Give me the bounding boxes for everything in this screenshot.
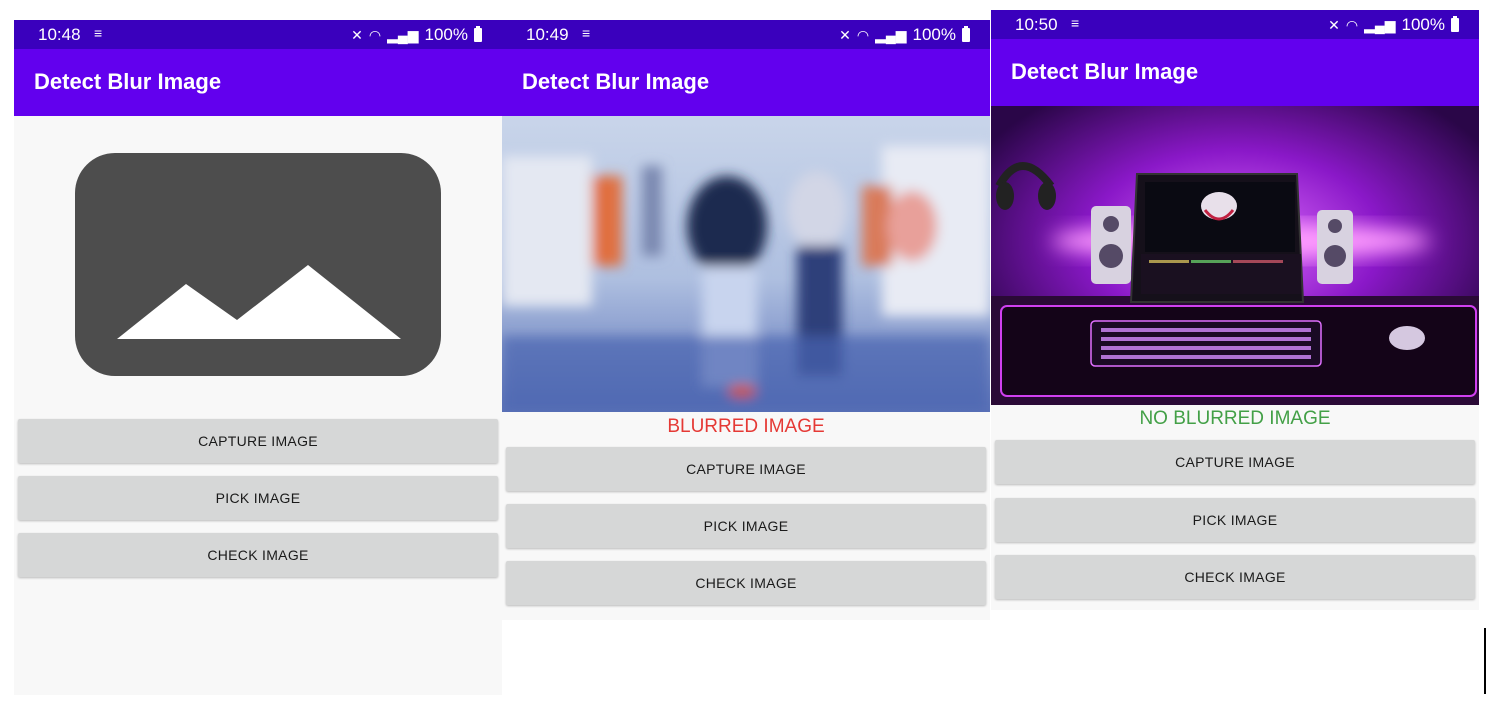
divider-line (1484, 628, 1486, 694)
signal-icon: ▂▄▆ (1364, 16, 1396, 33)
app-title: Detect Blur Image (522, 69, 710, 94)
status-time: 10:48 (38, 25, 81, 44)
capture-image-button[interactable]: CAPTURE IMAGE (995, 440, 1475, 484)
app-title: Detect Blur Image (1011, 59, 1199, 84)
check-image-button[interactable]: CHECK IMAGE (506, 561, 986, 605)
check-image-button[interactable]: CHECK IMAGE (995, 555, 1475, 599)
pick-image-button[interactable]: PICK IMAGE (18, 476, 498, 520)
battery-percent: 100% (424, 25, 468, 44)
app-title: Detect Blur Image (34, 69, 222, 94)
blurred-street-photo[interactable] (502, 116, 990, 412)
notification-icon: ≡ (1071, 15, 1080, 31)
app-bar: Detect Blur Image (14, 49, 502, 116)
status-bar: 10:50 ≡ ✕ ◠ ▂▄▆ 100% (991, 10, 1479, 39)
pick-image-button[interactable]: PICK IMAGE (506, 504, 986, 548)
wifi-icon: ◠ (1345, 16, 1359, 33)
capture-image-button[interactable]: CAPTURE IMAGE (506, 447, 986, 491)
battery-icon (962, 26, 970, 42)
capture-image-button[interactable]: CAPTURE IMAGE (18, 419, 498, 463)
pick-image-button[interactable]: PICK IMAGE (995, 498, 1475, 542)
notification-icon: ≡ (94, 25, 103, 41)
status-icons: ✕ ◠ ▂▄▆ 100% (839, 25, 970, 45)
battery-percent: 100% (1401, 15, 1445, 34)
screen-2: 10:49 ≡ ✕ ◠ ▂▄▆ 100% Detect Blur Image B… (502, 20, 990, 620)
screen-1: 10:48 ≡ ✕ ◠ ▂▄▆ 100% Detect Blur Image C… (14, 20, 502, 695)
status-icons: ✕ ◠ ▂▄▆ 100% (1328, 15, 1459, 35)
content: NO BLURRED IMAGE CAPTURE IMAGE PICK IMAG… (991, 106, 1479, 610)
mute-icon: ✕ (351, 26, 363, 43)
gaming-desk-photo[interactable] (991, 106, 1479, 405)
result-label: BLURRED IMAGE (667, 416, 825, 437)
status-icons: ✕ ◠ ▂▄▆ 100% (351, 25, 482, 45)
mute-icon: ✕ (1328, 16, 1340, 33)
content: CAPTURE IMAGE PICK IMAGE CHECK IMAGE (14, 116, 502, 695)
battery-icon (474, 26, 482, 42)
signal-icon: ▂▄▆ (387, 26, 419, 43)
image-placeholder-icon[interactable] (75, 153, 441, 376)
app-bar: Detect Blur Image (502, 49, 990, 116)
status-time: 10:49 (526, 25, 569, 44)
result-label: NO BLURRED IMAGE (1139, 408, 1331, 429)
status-time: 10:50 (1015, 15, 1058, 34)
battery-icon (1451, 16, 1459, 32)
notification-icon: ≡ (582, 25, 591, 41)
screen-3: 10:50 ≡ ✕ ◠ ▂▄▆ 100% Detect Blur Image N… (991, 10, 1479, 610)
app-bar: Detect Blur Image (991, 39, 1479, 106)
status-bar: 10:49 ≡ ✕ ◠ ▂▄▆ 100% (502, 20, 990, 49)
mute-icon: ✕ (839, 26, 851, 43)
status-bar: 10:48 ≡ ✕ ◠ ▂▄▆ 100% (14, 20, 502, 49)
check-image-button[interactable]: CHECK IMAGE (18, 533, 498, 577)
content: BLURRED IMAGE CAPTURE IMAGE PICK IMAGE C… (502, 116, 990, 620)
wifi-icon: ◠ (368, 26, 382, 43)
signal-icon: ▂▄▆ (875, 26, 907, 43)
battery-percent: 100% (912, 25, 956, 44)
wifi-icon: ◠ (856, 26, 870, 43)
